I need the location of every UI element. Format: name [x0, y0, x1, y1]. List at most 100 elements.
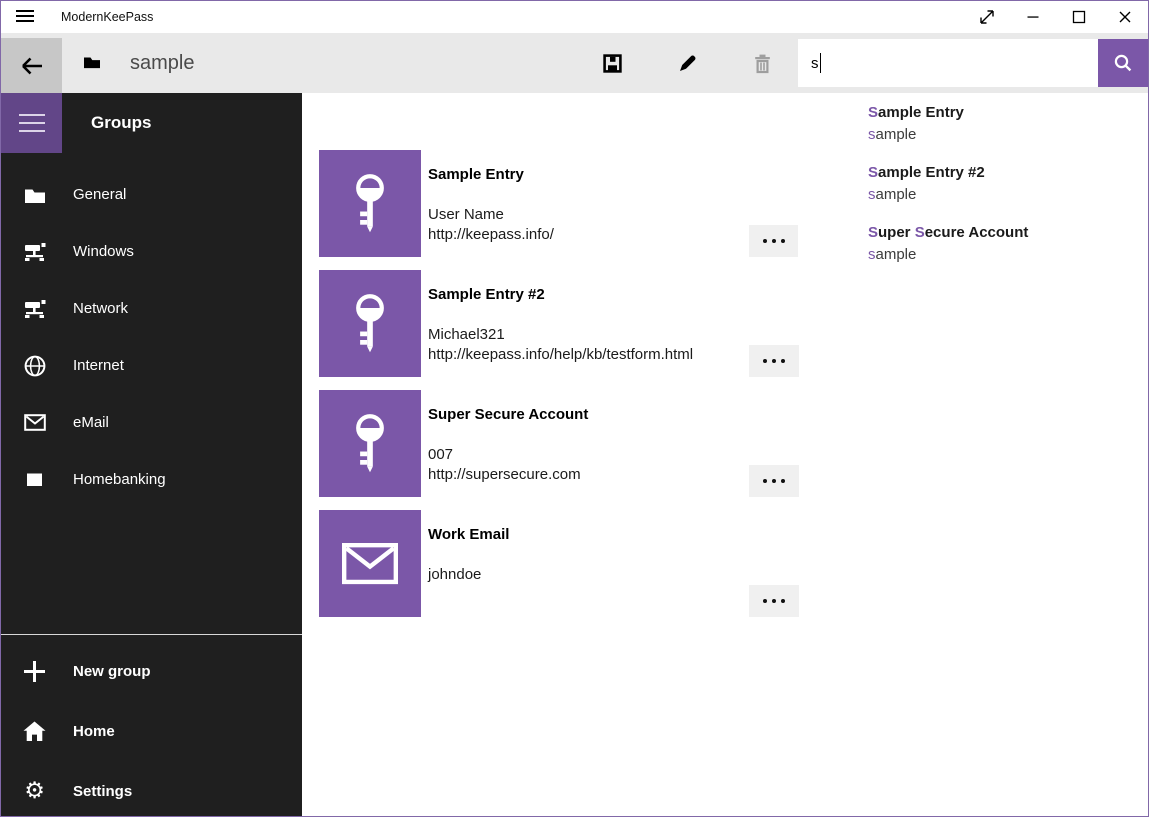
entry-username: johndoe [428, 565, 743, 585]
network-icon [23, 240, 46, 263]
entry-title: Work Email [428, 525, 743, 544]
app-window: ModernKeePass [0, 0, 1149, 817]
sidebar-item-label: Home [73, 723, 115, 740]
fullscreen-icon [977, 7, 997, 27]
sidebar-item-label: New group [73, 663, 151, 680]
envelope-icon [23, 411, 46, 434]
network-icon [23, 297, 46, 320]
sidebar-item-label: Internet [73, 357, 124, 374]
database-name: sample [130, 33, 194, 93]
sidebar-item-internet[interactable]: Internet [1, 337, 302, 394]
search-button[interactable] [1098, 39, 1148, 87]
maximize-button[interactable] [1056, 1, 1102, 33]
back-arrow-icon [19, 54, 45, 78]
fullscreen-button[interactable] [964, 1, 1010, 33]
delete-trash-icon [752, 53, 773, 74]
maximize-icon [1069, 7, 1089, 27]
window-controls [964, 1, 1148, 33]
entry-row[interactable]: Sample Entry #2 Michael321 http://keepas… [319, 270, 799, 377]
app-title: ModernKeePass [61, 1, 153, 33]
settings-button[interactable]: ⚙ Settings [1, 761, 302, 817]
titlebar: ModernKeePass [1, 1, 1148, 33]
command-bar: sample s [1, 33, 1148, 93]
sidebar-item-windows[interactable]: Windows [1, 223, 302, 280]
entry-title: Sample Entry #2 [428, 285, 743, 304]
sidebar-hamburger-button[interactable] [1, 93, 62, 153]
search-icon [1113, 53, 1133, 73]
entry-title: Sample Entry [428, 165, 743, 184]
sidebar-item-general[interactable]: General [1, 166, 302, 223]
plus-icon [23, 660, 46, 683]
sidebar-item-homebanking[interactable]: Homebanking [1, 451, 302, 508]
entry-text: Sample Entry #2 Michael321 http://keepas… [428, 270, 743, 365]
groups-header: Groups [91, 93, 151, 153]
entry-tile [319, 270, 421, 377]
suggestion-item[interactable]: Sample Entry sample [868, 101, 1147, 147]
entry-url: http://keepass.info/ [428, 225, 743, 245]
minimize-button[interactable] [1010, 1, 1056, 33]
entry-tile [319, 150, 421, 257]
entry-row[interactable]: Work Email johndoe [319, 510, 799, 617]
gear-icon: ⚙ [23, 780, 46, 803]
suggestion-title: Sample Entry [868, 101, 1147, 124]
entry-text: Super Secure Account 007 http://supersec… [428, 390, 743, 485]
entry-row[interactable]: Super Secure Account 007 http://supersec… [319, 390, 799, 497]
search-input[interactable]: s [798, 39, 1098, 87]
search-query-text: s [811, 55, 819, 72]
entry-url: http://supersecure.com [428, 465, 743, 485]
suggestion-subtitle: sample [868, 124, 1147, 145]
sidebar-item-label: Homebanking [73, 471, 166, 488]
save-button[interactable] [587, 33, 637, 93]
new-group-button[interactable]: New group [1, 641, 302, 701]
sidebar-item-label: General [73, 186, 126, 203]
edit-button[interactable] [662, 33, 712, 93]
entry-username: 007 [428, 445, 743, 465]
entry-tile [319, 510, 421, 617]
sidebar-item-label: Network [73, 300, 128, 317]
edit-pencil-icon [677, 53, 698, 74]
entry-url: http://keepass.info/help/kb/testform.htm… [428, 345, 743, 365]
sidebar-item-network[interactable]: Network [1, 280, 302, 337]
folder-icon [23, 183, 46, 206]
entry-more-button[interactable] [749, 225, 799, 257]
sidebar-item-label: eMail [73, 414, 109, 431]
key-icon [347, 292, 393, 356]
entry-more-button[interactable] [749, 465, 799, 497]
email-icon [342, 543, 398, 585]
globe-icon [23, 354, 46, 377]
home-button[interactable]: Home [1, 701, 302, 761]
entry-more-button[interactable] [749, 345, 799, 377]
search-suggestions: Sample Entry sample Sample Entry #2 samp… [798, 93, 1147, 295]
delete-button[interactable] [737, 33, 787, 93]
minimize-icon [1023, 7, 1043, 27]
entry-more-button[interactable] [749, 585, 799, 617]
suggestion-title: Sample Entry #2 [868, 161, 1147, 184]
entry-username: User Name [428, 205, 743, 225]
suggestion-item[interactable]: Super Secure Account sample [868, 221, 1147, 267]
text-caret [820, 53, 822, 73]
back-button[interactable] [1, 38, 62, 93]
sidebar-item-label: Windows [73, 243, 134, 260]
sidebar-item-label: Settings [73, 783, 132, 800]
close-button[interactable] [1102, 1, 1148, 33]
key-icon [347, 172, 393, 236]
entry-title: Super Secure Account [428, 405, 743, 424]
suggestion-item[interactable]: Sample Entry #2 sample [868, 161, 1147, 207]
entry-tile [319, 390, 421, 497]
entry-username: Michael321 [428, 325, 743, 345]
suggestion-subtitle: sample [868, 184, 1147, 205]
entry-text: Sample Entry User Name http://keepass.in… [428, 150, 743, 245]
suggestion-title: Super Secure Account [868, 221, 1147, 244]
sidebar-item-email[interactable]: eMail [1, 394, 302, 451]
sidebar: Groups General Windows [1, 93, 302, 816]
entry-list: Sample Entry User Name http://keepass.in… [319, 150, 799, 630]
suggestion-subtitle: sample [868, 244, 1147, 265]
homebanking-icon [23, 468, 46, 491]
close-icon [1115, 7, 1135, 27]
group-list: General Windows [1, 166, 302, 508]
database-icon [83, 54, 101, 69]
home-icon [23, 720, 46, 743]
titlebar-hamburger-icon[interactable] [16, 10, 34, 23]
entry-row[interactable]: Sample Entry User Name http://keepass.in… [319, 150, 799, 257]
sidebar-footer: New group Home ⚙ Settings [1, 634, 302, 816]
